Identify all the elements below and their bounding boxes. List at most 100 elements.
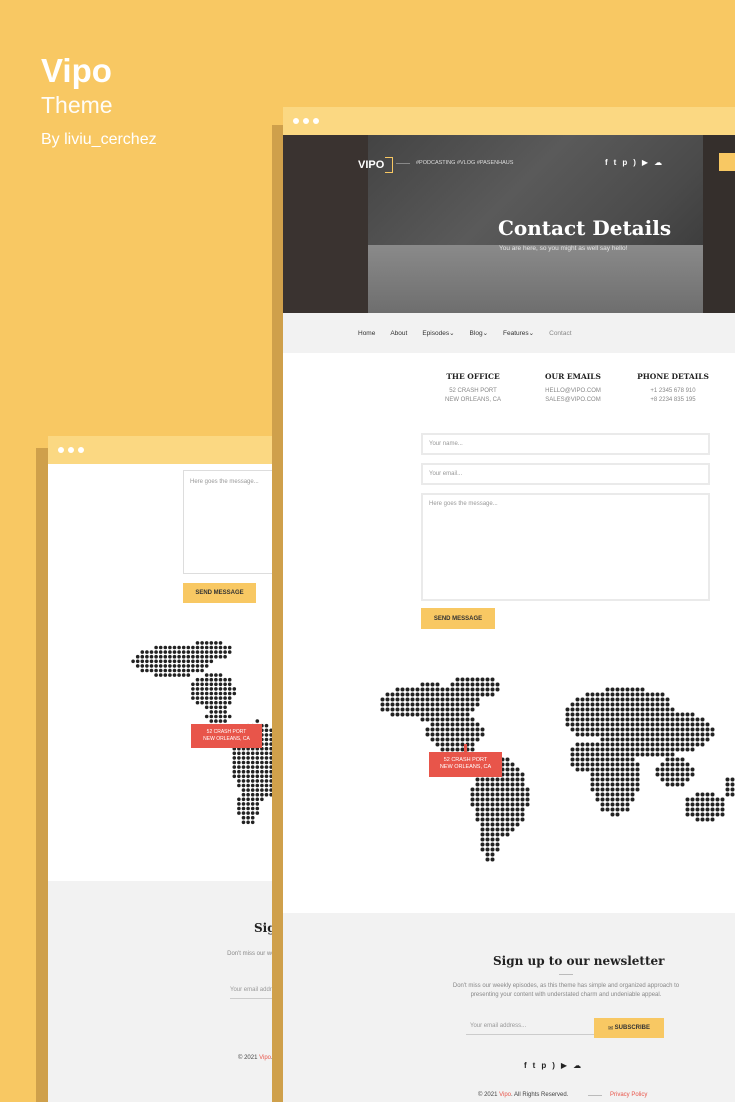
map-dot <box>610 717 615 722</box>
map-dot <box>595 697 600 702</box>
pinterest-icon[interactable]: p <box>541 1061 546 1070</box>
nav-item-blog[interactable]: Blog⌄ <box>470 329 488 337</box>
back-send-button[interactable]: SEND MESSAGE <box>183 583 256 603</box>
map-dot <box>595 797 600 802</box>
soundcloud-icon[interactable]: ☁ <box>654 158 662 167</box>
map-dot <box>480 787 485 792</box>
map-dot <box>172 650 177 654</box>
pin-line: NEW ORLEANS, CA <box>203 736 250 742</box>
column-line[interactable]: HELLO@VIPO.COM <box>523 387 623 396</box>
map-dot <box>610 687 615 692</box>
map-dot <box>237 811 241 815</box>
map-dot <box>685 797 690 802</box>
map-dot <box>650 707 655 712</box>
map-dot <box>575 747 580 752</box>
map-dot <box>495 817 500 822</box>
map-dot <box>470 742 475 747</box>
facebook-icon[interactable]: f <box>524 1061 527 1070</box>
map-dot <box>495 842 500 847</box>
email-input[interactable]: Your email... <box>421 463 710 485</box>
map-dot <box>237 802 241 806</box>
map-dot <box>264 788 269 792</box>
map-dot <box>177 673 181 677</box>
map-dot <box>605 762 610 767</box>
map-dot <box>620 707 625 712</box>
map-dot <box>595 692 600 697</box>
map-dot <box>605 787 610 792</box>
map-dot <box>525 797 530 802</box>
map-dot <box>490 822 495 827</box>
map-dot <box>490 837 495 842</box>
nav-item-features[interactable]: Features⌄ <box>503 329 534 337</box>
pinterest-icon[interactable]: p <box>622 158 627 167</box>
map-dot <box>204 696 209 700</box>
twitter-icon[interactable]: t <box>614 158 617 167</box>
map-dot <box>430 682 435 687</box>
subscribe-button[interactable]: ✉ SUBSCRIBE <box>594 1018 664 1038</box>
map-dot <box>605 767 610 772</box>
map-dot <box>470 787 475 792</box>
nav-item-episodes[interactable]: Episodes⌄ <box>422 329 454 337</box>
youtube-icon[interactable]: ▶ <box>561 1061 567 1070</box>
map-dot <box>250 806 255 811</box>
map-dot <box>620 692 625 697</box>
map-dot <box>610 707 615 712</box>
column-line[interactable]: SALES@VIPO.COM <box>523 396 623 405</box>
nav-item-home[interactable]: Home <box>358 330 375 337</box>
map-dot <box>223 696 227 700</box>
name-input[interactable]: Your name... <box>421 433 710 455</box>
map-dot <box>450 747 455 752</box>
map-dot <box>131 659 135 664</box>
map-dot <box>600 787 605 792</box>
map-dot <box>186 673 191 677</box>
map-dot <box>640 732 645 737</box>
map-dot <box>415 697 420 702</box>
privacy-policy-link[interactable]: Privacy Policy <box>587 1092 647 1098</box>
map-dot <box>615 747 620 752</box>
map-dot <box>575 767 580 772</box>
map-dot <box>670 772 675 777</box>
map-dot <box>480 827 485 832</box>
map-dot <box>515 772 520 777</box>
facebook-icon[interactable]: f <box>605 158 608 167</box>
map-dot <box>505 807 510 812</box>
map-dot <box>264 756 269 760</box>
map-dot <box>475 687 480 692</box>
map-dot <box>570 722 575 727</box>
soundcloud-icon[interactable]: ☁ <box>573 1061 581 1070</box>
message-input[interactable]: Here goes the message... <box>421 493 710 601</box>
map-dot <box>241 792 246 797</box>
rss-icon[interactable]: ) <box>633 158 636 167</box>
map-dot <box>595 702 600 707</box>
youtube-icon[interactable]: ▶ <box>642 158 648 167</box>
map-dot <box>615 697 620 702</box>
map-dot <box>227 691 232 696</box>
header-action-button[interactable] <box>719 153 735 171</box>
map-dot <box>485 807 490 812</box>
map-dot <box>250 779 255 783</box>
map-dot <box>605 707 610 712</box>
map-dot <box>595 762 600 767</box>
copyright-brand[interactable]: Vipo <box>499 1092 511 1098</box>
copyright-brand[interactable]: Vipo <box>259 1055 271 1061</box>
map-dot <box>172 654 177 659</box>
map-dot <box>246 751 250 756</box>
map-dot <box>460 677 465 682</box>
map-dot <box>570 707 575 712</box>
map-dot <box>223 677 227 682</box>
site-logo[interactable]: VIPO <box>357 157 394 173</box>
map-dot <box>610 782 615 787</box>
nav-item-about[interactable]: About <box>390 330 407 337</box>
map-dot <box>730 792 735 797</box>
map-dot <box>720 802 725 807</box>
map-dot <box>181 645 186 650</box>
map-dot <box>605 802 610 807</box>
rss-icon[interactable]: ) <box>552 1061 555 1070</box>
twitter-icon[interactable]: t <box>533 1061 536 1070</box>
send-message-button[interactable]: SEND MESSAGE <box>421 608 495 629</box>
map-dot <box>635 687 640 692</box>
newsletter-email-input[interactable]: Your email address... <box>466 1018 594 1035</box>
nav-item-contact[interactable]: Contact <box>549 330 571 337</box>
map-dot <box>725 777 730 782</box>
map-dot <box>515 797 520 802</box>
